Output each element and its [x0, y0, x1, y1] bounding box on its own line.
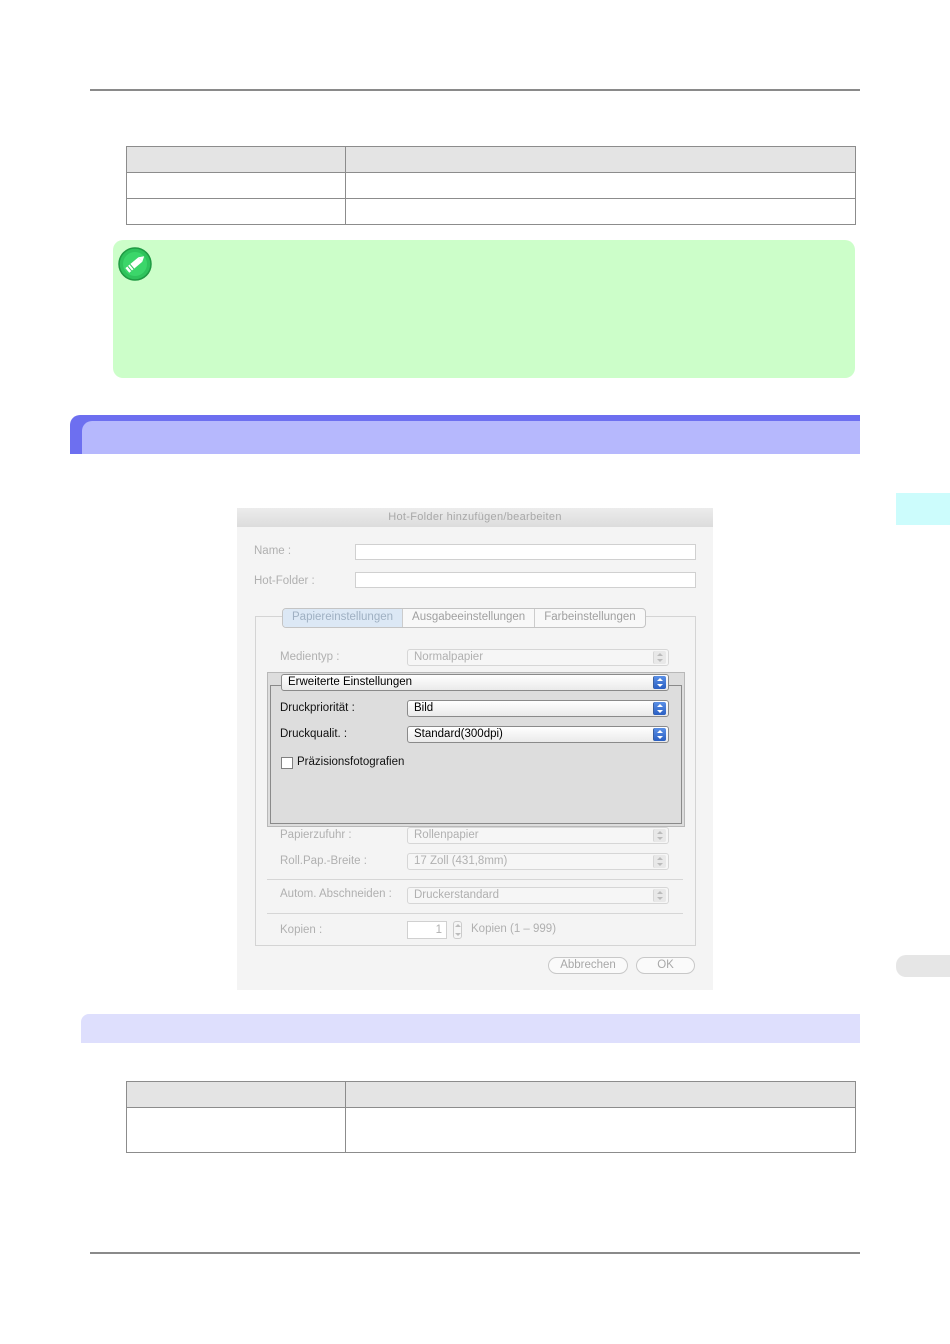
select-arrows-icon [653, 889, 666, 902]
side-index-tab [896, 493, 950, 525]
papierzufuhr-value: Rollenpapier [414, 829, 479, 841]
tab-papiereinstellungen[interactable]: Papiereinstellungen [283, 609, 403, 627]
select-arrows-icon [653, 728, 666, 741]
praezision-label: Präzisionsfotografien [297, 756, 405, 768]
settings-table-top [126, 146, 856, 225]
name-input[interactable] [355, 544, 696, 560]
table-row [126, 198, 856, 225]
select-arrows-icon [653, 829, 666, 842]
hotfolder-input[interactable] [355, 572, 696, 588]
table-header-cell [126, 1081, 346, 1108]
advanced-settings-panel [267, 672, 685, 827]
table-header-row [126, 1081, 856, 1108]
papierzufuhr-label: Papierzufuhr : [280, 829, 352, 841]
tab-farbeinstellungen[interactable]: Farbeinstellungen [534, 609, 644, 627]
select-arrows-icon [653, 651, 666, 664]
kopien-label: Kopien : [280, 924, 323, 936]
divider [267, 913, 683, 914]
footer-rule [90, 1252, 860, 1254]
subsection-heading-bar [81, 1014, 860, 1043]
medientyp-value: Normalpapier [414, 651, 484, 663]
praezision-checkbox[interactable] [281, 757, 293, 769]
dialog-title: Hot-Folder hinzufügen/bearbeiten [237, 508, 713, 527]
table-cell [126, 172, 346, 199]
kopien-input[interactable]: 1 [407, 921, 447, 939]
rollpap-label: Roll.Pap.-Breite : [280, 855, 367, 867]
medientyp-select[interactable]: Normalpapier [407, 649, 669, 666]
druckqualitaet-label: Druckqualit. : [280, 728, 348, 740]
table-cell [345, 198, 856, 225]
druckprioritaet-value: Bild [414, 702, 434, 714]
cancel-button[interactable]: Abbrechen [548, 957, 628, 974]
medientyp-label: Medientyp : [280, 651, 340, 663]
section-heading-inner [82, 421, 860, 454]
note-box [113, 240, 855, 378]
settings-tabs: Papiereinstellungen Ausgabeeinstellungen… [282, 608, 646, 628]
divider [267, 879, 683, 880]
papierzufuhr-select[interactable]: Rollenpapier [407, 827, 669, 844]
advanced-settings-select[interactable]: Erweiterte Einstellungen [281, 674, 669, 691]
select-arrows-icon [653, 855, 666, 868]
table-cell [126, 1107, 346, 1153]
rollpap-value: 17 Zoll (431,8mm) [414, 855, 508, 867]
select-arrows-icon [653, 676, 666, 689]
table-cell [345, 1107, 856, 1153]
tab-ausgabeeinstellungen[interactable]: Ausgabeeinstellungen [402, 609, 534, 627]
autom-abschneiden-label: Autom. Abschneiden : [280, 888, 392, 900]
kopien-stepper[interactable] [453, 921, 462, 939]
hotfolder-label: Hot-Folder : [254, 575, 315, 587]
side-index-tab-gray [896, 955, 950, 977]
table-row [126, 1107, 856, 1153]
table-header-cell [345, 146, 856, 173]
select-arrows-icon [653, 702, 666, 715]
settings-table-bottom [126, 1081, 856, 1153]
hot-folder-dialog: Hot-Folder hinzufügen/bearbeiten Name : … [237, 508, 713, 990]
note-pencil-icon [118, 246, 154, 287]
table-cell [345, 172, 856, 199]
section-heading-bar [70, 415, 860, 454]
table-header-cell [126, 146, 346, 173]
druckprioritaet-select[interactable]: Bild [407, 700, 669, 717]
druckprioritaet-label: Druckpriorität : [280, 702, 355, 714]
header-rule [90, 89, 860, 91]
autom-abschneiden-select[interactable]: Druckerstandard [407, 887, 669, 904]
table-header-cell [345, 1081, 856, 1108]
table-header-row [126, 146, 856, 173]
autom-abschneiden-value: Druckerstandard [414, 889, 500, 901]
name-label: Name : [254, 545, 292, 557]
druckqualitaet-select[interactable]: Standard(300dpi) [407, 726, 669, 743]
rollpap-select[interactable]: 17 Zoll (431,8mm) [407, 853, 669, 870]
table-row [126, 172, 856, 199]
ok-button[interactable]: OK [636, 957, 695, 974]
druckqualitaet-value: Standard(300dpi) [414, 728, 503, 740]
advanced-settings-value: Erweiterte Einstellungen [288, 676, 413, 688]
table-cell [126, 198, 346, 225]
kopien-range-label: Kopien (1 – 999) [471, 923, 557, 935]
